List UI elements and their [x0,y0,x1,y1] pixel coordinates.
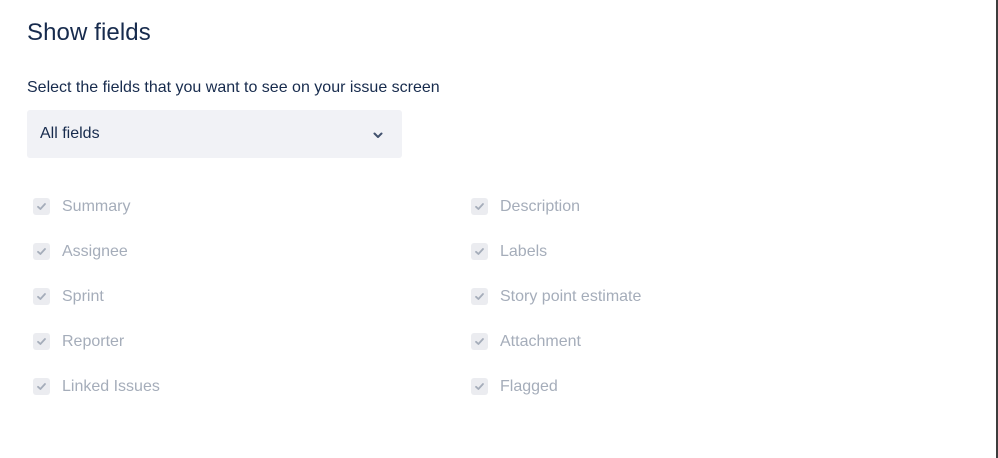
field-filter-select[interactable]: All fields [27,110,402,158]
check-icon [37,338,46,345]
checkbox[interactable] [33,378,50,395]
check-icon [475,293,484,300]
field-label: Summary [62,198,131,215]
field-option[interactable]: Story point estimate [471,287,871,332]
field-label: Flagged [500,378,558,395]
field-option[interactable]: Description [471,197,871,242]
field-label: Attachment [500,333,581,350]
checkbox[interactable] [471,198,488,215]
field-label: Labels [500,243,548,260]
show-fields-panel: Show fields Select the fields that you w… [0,0,998,458]
field-label: Sprint [62,288,104,305]
chevron-down-icon [370,127,386,143]
fields-column-left: Summary Assignee Sprint Reporter Linked … [33,197,433,422]
field-label: Story point estimate [500,288,642,305]
field-label: Description [500,198,581,215]
checkbox[interactable] [33,198,50,215]
checkbox[interactable] [471,333,488,350]
field-option[interactable]: Flagged [471,377,871,422]
field-label: Assignee [62,243,128,260]
field-label: Reporter [62,333,125,350]
field-option[interactable]: Summary [33,197,433,242]
checkbox[interactable] [471,243,488,260]
check-icon [37,203,46,210]
field-option[interactable]: Assignee [33,242,433,287]
field-option[interactable]: Attachment [471,332,871,377]
field-option[interactable]: Reporter [33,332,433,377]
field-option[interactable]: Labels [471,242,871,287]
check-icon [37,293,46,300]
field-option[interactable]: Sprint [33,287,433,332]
check-icon [37,383,46,390]
check-icon [475,203,484,210]
checkbox[interactable] [471,378,488,395]
page-subtitle: Select the fields that you want to see o… [27,79,440,96]
check-icon [475,383,484,390]
field-filter-select-value: All fields [40,125,100,142]
check-icon [475,338,484,345]
check-icon [37,248,46,255]
checkbox[interactable] [33,333,50,350]
checkbox[interactable] [471,288,488,305]
fields-checklist: Summary Assignee Sprint Reporter Linked … [33,197,733,422]
check-icon [475,248,484,255]
checkbox[interactable] [33,288,50,305]
field-label: Linked Issues [62,378,160,395]
checkbox[interactable] [33,243,50,260]
page-title: Show fields [27,19,151,46]
field-option[interactable]: Linked Issues [33,377,433,422]
fields-column-right: Description Labels Story point estimate … [471,197,871,422]
